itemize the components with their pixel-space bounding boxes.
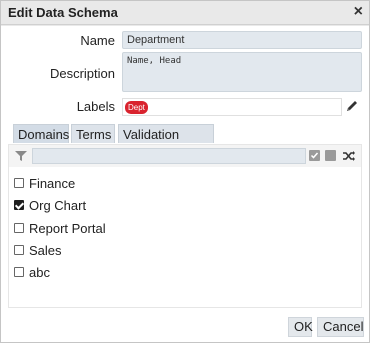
checkbox[interactable] <box>14 245 24 255</box>
filter-row <box>9 145 361 167</box>
domain-label: Sales <box>29 243 62 258</box>
checkbox[interactable] <box>14 223 24 233</box>
checkbox-checked[interactable] <box>14 200 24 210</box>
name-field[interactable]: Department <box>122 31 362 49</box>
domain-label: Finance <box>29 176 76 191</box>
cancel-button[interactable]: Cancel <box>317 317 364 337</box>
close-icon[interactable]: × <box>354 3 363 21</box>
filter-icon <box>15 151 27 161</box>
square-icon[interactable] <box>325 150 336 161</box>
dialog-titlebar: Edit Data Schema × <box>1 1 369 25</box>
tab-domains[interactable]: Domains <box>13 124 69 143</box>
dialog-title: Edit Data Schema <box>8 5 118 20</box>
tab-terms[interactable]: Terms <box>71 124 115 143</box>
edit-data-schema-dialog: Edit Data Schema × Name Department Descr… <box>0 0 370 343</box>
label-badge-dept[interactable]: Dept <box>125 101 148 114</box>
filter-input[interactable] <box>32 148 306 164</box>
ok-button[interactable]: OK <box>288 317 313 337</box>
pencil-icon[interactable] <box>345 99 359 113</box>
checkbox[interactable] <box>14 267 24 277</box>
labels-field[interactable]: Dept <box>122 98 342 116</box>
check-square-icon[interactable] <box>309 150 320 161</box>
tab-validation-rules[interactable]: Validation Rules <box>118 124 214 157</box>
domain-label: Org Chart <box>29 198 87 213</box>
description-label: Description <box>49 66 115 81</box>
domains-panel: Finance Org Chart Report Portal Sales ab… <box>8 144 362 308</box>
dialog-content: Name Department Description Name, Head L… <box>1 26 369 342</box>
name-label: Name <box>80 33 115 48</box>
description-field[interactable]: Name, Head <box>122 52 362 92</box>
domain-label: Report Portal <box>29 221 106 236</box>
checkbox[interactable] <box>14 178 24 188</box>
labels-label: Labels <box>76 99 115 114</box>
shuffle-icon[interactable] <box>342 149 356 163</box>
domain-label: abc <box>29 265 50 280</box>
